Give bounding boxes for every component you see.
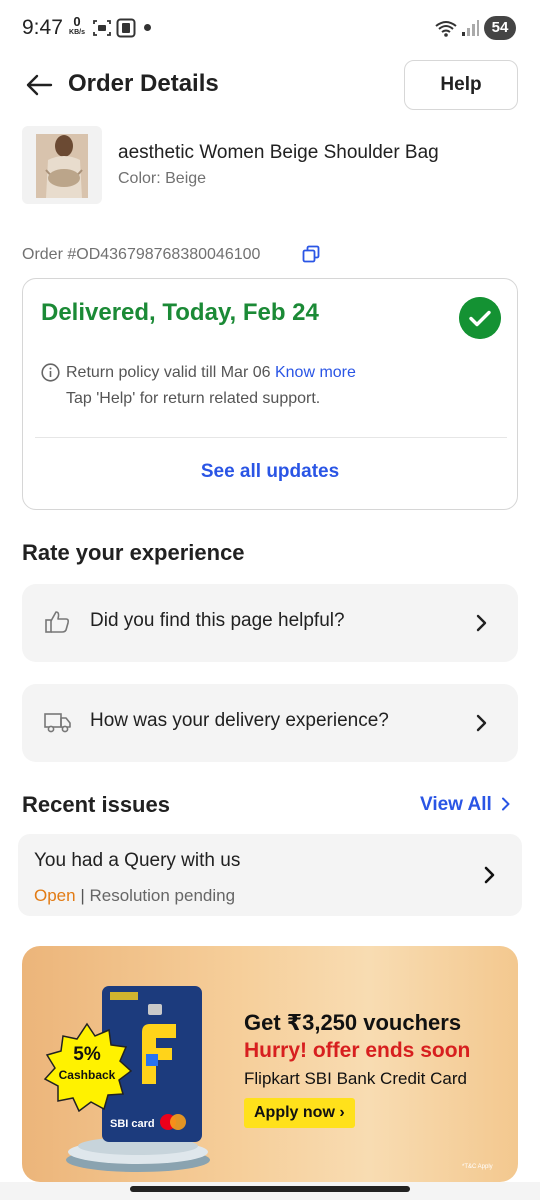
chevron-right-icon bbox=[484, 866, 495, 884]
promo-card-name: Flipkart SBI Bank Credit Card bbox=[244, 1069, 467, 1088]
help-button[interactable]: Help bbox=[404, 60, 518, 110]
check-circle-icon bbox=[459, 297, 501, 339]
divider bbox=[35, 437, 507, 438]
status-bar: 9:47 0 KB/s 54 bbox=[0, 0, 540, 56]
issue-resolution: Resolution pending bbox=[89, 886, 236, 905]
shoulder-bag-image bbox=[36, 134, 88, 198]
view-all-label: View All bbox=[420, 794, 492, 815]
return-policy-text: Return policy valid till Mar 06 Know mor… bbox=[66, 364, 356, 382]
home-indicator[interactable] bbox=[130, 1186, 410, 1192]
signal-icon bbox=[462, 20, 479, 36]
return-policy-label: Return policy valid till Mar 06 bbox=[66, 364, 271, 381]
product-color: Color: Beige bbox=[118, 170, 207, 187]
delivery-truck-icon bbox=[44, 713, 71, 733]
issue-item[interactable]: You had a Query with us Open | Resolutio… bbox=[18, 834, 522, 916]
chevron-right-icon bbox=[476, 714, 487, 732]
apply-now-button[interactable]: Apply now › bbox=[244, 1098, 355, 1128]
chevron-right-icon bbox=[476, 614, 487, 632]
copy-icon[interactable] bbox=[302, 245, 320, 263]
product-name: aesthetic Women Beige Shoulder Bag bbox=[118, 142, 439, 163]
order-id: Order #OD436798768380046100 bbox=[22, 246, 261, 263]
notification-dot bbox=[144, 24, 151, 31]
product-summary[interactable]: aesthetic Women Beige Shoulder Bag Color… bbox=[22, 124, 522, 206]
issue-title: You had a Query with us bbox=[34, 850, 241, 871]
rate-delivery-card[interactable]: How was your delivery experience? bbox=[22, 684, 518, 762]
cashback-label: Cashback bbox=[58, 1068, 116, 1082]
tnc-note: *T&C Apply bbox=[462, 1164, 493, 1170]
cashback-percent: 5% bbox=[73, 1044, 101, 1065]
recent-issues-title: Recent issues bbox=[22, 792, 170, 817]
know-more-link[interactable]: Know more bbox=[275, 364, 356, 381]
return-help-text: Tap 'Help' for return related support. bbox=[66, 390, 321, 407]
promo-urgency: Hurry! offer ends soon bbox=[244, 1039, 471, 1062]
rate-delivery-label: How was your delivery experience? bbox=[90, 710, 389, 731]
network-speed-value: 0 bbox=[73, 14, 81, 29]
view-all-link[interactable]: View All bbox=[420, 794, 511, 816]
rate-experience-title: Rate your experience bbox=[22, 540, 245, 565]
starburst-badge-icon bbox=[43, 1022, 133, 1113]
rate-page-helpful-label: Did you find this page helpful? bbox=[90, 610, 345, 631]
app-header: Order Details Help bbox=[0, 58, 540, 114]
delivery-status-card: Delivered, Today, Feb 24 Return policy v… bbox=[22, 278, 518, 510]
cashback-badge: 5% Cashback bbox=[42, 1022, 133, 1113]
network-speed: 0 KB/s bbox=[66, 15, 88, 36]
thumbs-up-icon bbox=[45, 611, 70, 633]
sbi-card-promo-banner[interactable]: SBI card 5% Cashback Get ₹3,250 vouchers… bbox=[22, 946, 518, 1182]
app-notification-icon bbox=[116, 18, 136, 38]
issue-status: Open | Resolution pending bbox=[34, 886, 235, 906]
screenshot-icon bbox=[93, 20, 111, 36]
chevron-right-icon bbox=[502, 797, 510, 811]
promo-headline: Get ₹3,250 vouchers bbox=[244, 1010, 462, 1035]
product-thumbnail bbox=[22, 126, 102, 204]
issue-separator: | bbox=[80, 886, 85, 905]
page-title: Order Details bbox=[68, 70, 219, 97]
network-speed-unit: KB/s bbox=[69, 29, 85, 36]
card-brand-label: SBI card bbox=[110, 1118, 155, 1130]
arrow-left-icon[interactable] bbox=[24, 70, 54, 100]
status-time: 9:47 bbox=[22, 16, 63, 39]
wifi-icon bbox=[435, 21, 457, 37]
delivery-status-headline: Delivered, Today, Feb 24 bbox=[41, 299, 319, 326]
info-icon bbox=[41, 363, 60, 382]
issue-open-status: Open bbox=[34, 886, 76, 905]
battery-level: 54 bbox=[484, 16, 516, 40]
see-all-updates-button[interactable]: See all updates bbox=[23, 461, 517, 483]
rate-page-helpful-card[interactable]: Did you find this page helpful? bbox=[22, 584, 518, 662]
